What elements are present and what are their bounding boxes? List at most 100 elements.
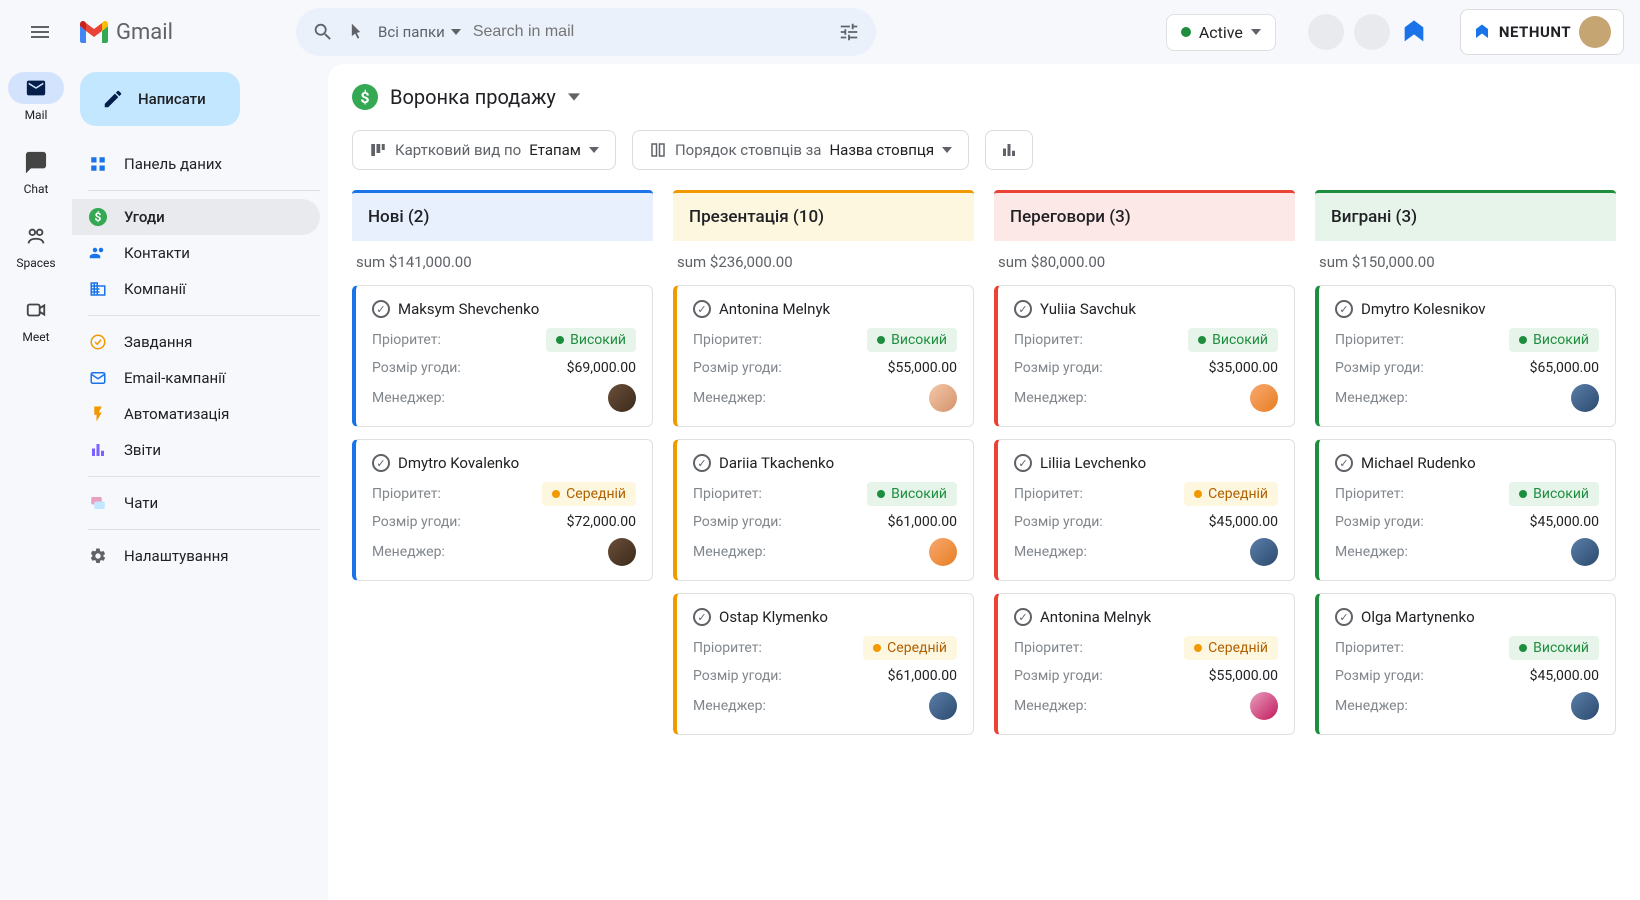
sidebar-email-campaigns[interactable]: Email-кампанії <box>72 360 320 396</box>
main-header: $ Воронка продажу <box>352 84 1616 110</box>
sidebar-companies[interactable]: Компанії <box>72 271 320 307</box>
column-header[interactable]: Переговори (3) <box>994 190 1295 241</box>
manager-label: Менеджер: <box>1335 544 1408 560</box>
card-name: Michael Rudenko <box>1361 454 1476 472</box>
search-icon <box>312 21 334 43</box>
priority-badge: Високий <box>1188 328 1278 352</box>
check-icon: ✓ <box>1014 608 1032 626</box>
check-icon: ✓ <box>1335 608 1353 626</box>
menu-button[interactable] <box>16 8 64 56</box>
nav-rail: Mail Chat Spaces Meet <box>0 64 72 900</box>
sidebar-deals[interactable]: $ Угоди <box>72 199 320 235</box>
priority-label: Пріоритет: <box>693 332 762 348</box>
amount-value: $45,000.00 <box>1530 668 1599 684</box>
manager-label: Менеджер: <box>1014 390 1087 406</box>
column-header[interactable]: Виграні (3) <box>1315 190 1616 241</box>
card-name: Maksym Shevchenko <box>398 300 539 318</box>
sidebar-dashboard[interactable]: Панель даних <box>72 146 320 182</box>
spaces-icon <box>25 225 47 247</box>
deal-card[interactable]: ✓Maksym ShevchenkoПріоритет:ВисокийРозмі… <box>352 285 653 427</box>
rail-spaces[interactable]: Spaces <box>8 220 64 270</box>
check-icon: ✓ <box>1014 300 1032 318</box>
status-dropdown[interactable]: Active <box>1166 14 1276 51</box>
card-name: Antonina Melnyk <box>1040 608 1151 626</box>
kanban-column: Презентація (10)sum $236,000.00✓Antonina… <box>673 190 974 747</box>
manager-label: Менеджер: <box>693 390 766 406</box>
amount-value: $69,000.00 <box>567 360 636 376</box>
manager-label: Менеджер: <box>1335 390 1408 406</box>
app-placeholder-icon[interactable] <box>1308 14 1344 50</box>
check-icon: ✓ <box>372 454 390 472</box>
deal-card[interactable]: ✓Antonina MelnykПріоритет:ВисокийРозмір … <box>673 285 974 427</box>
check-icon: ✓ <box>1335 300 1353 318</box>
manager-label: Менеджер: <box>1014 698 1087 714</box>
nethunt-shape-icon[interactable] <box>1400 18 1428 46</box>
deal-card[interactable]: ✓Dmytro KovalenkoПріоритет:СереднійРозмі… <box>352 439 653 581</box>
check-icon: ✓ <box>1335 454 1353 472</box>
manager-label: Менеджер: <box>693 698 766 714</box>
chevron-down-icon <box>942 147 952 153</box>
rail-meet[interactable]: Meet <box>8 294 64 344</box>
manager-avatar[interactable] <box>1250 384 1278 412</box>
folder-selector[interactable]: Всі папки <box>378 23 461 41</box>
manager-avatar[interactable] <box>1571 692 1599 720</box>
manager-avatar[interactable] <box>1250 538 1278 566</box>
sidebar-chats[interactable]: Чати <box>72 485 320 521</box>
manager-avatar[interactable] <box>608 384 636 412</box>
chart-button[interactable] <box>985 130 1033 170</box>
sidebar-tasks[interactable]: Завдання <box>72 324 320 360</box>
column-header[interactable]: Презентація (10) <box>673 190 974 241</box>
user-avatar[interactable] <box>1579 16 1611 48</box>
divider <box>88 476 320 477</box>
manager-avatar[interactable] <box>1250 692 1278 720</box>
deal-card[interactable]: ✓Dmytro KolesnikovПріоритет:ВисокийРозмі… <box>1315 285 1616 427</box>
chats-icon <box>89 494 107 512</box>
sidebar-contacts[interactable]: Контакти <box>72 235 320 271</box>
amount-value: $55,000.00 <box>1209 668 1278 684</box>
deal-card[interactable]: ✓Olga MartynenkoПріоритет:ВисокийРозмір … <box>1315 593 1616 735</box>
mail-icon <box>25 77 47 99</box>
manager-avatar[interactable] <box>929 538 957 566</box>
board-icon <box>369 141 387 159</box>
card-name: Yuliia Savchuk <box>1040 300 1136 318</box>
sidebar-automation[interactable]: Автоматизація <box>72 396 320 432</box>
priority-label: Пріоритет: <box>693 486 762 502</box>
column-header[interactable]: Нові (2) <box>352 190 653 241</box>
manager-avatar[interactable] <box>929 692 957 720</box>
compose-button[interactable]: Написати <box>80 72 240 126</box>
pipeline-title[interactable]: Воронка продажу <box>390 85 556 109</box>
sort-selector[interactable]: Порядок стовпців за Назва стовпця <box>632 130 969 170</box>
chat-icon <box>25 151 47 173</box>
deal-card[interactable]: ✓Antonina MelnykПріоритет:СереднійРозмір… <box>994 593 1295 735</box>
nethunt-icon <box>1473 23 1491 41</box>
view-selector[interactable]: Картковий вид по Етапам <box>352 130 616 170</box>
manager-avatar[interactable] <box>929 384 957 412</box>
deal-card[interactable]: ✓Liliia LevchenkoПріоритет:СереднійРозмі… <box>994 439 1295 581</box>
manager-avatar[interactable] <box>1571 384 1599 412</box>
app-placeholder-icon[interactable] <box>1354 14 1390 50</box>
manager-label: Менеджер: <box>1335 698 1408 714</box>
deal-card[interactable]: ✓Dariia TkachenkoПріоритет:ВисокийРозмір… <box>673 439 974 581</box>
deal-card[interactable]: ✓Yuliia SavchukПріоритет:ВисокийРозмір у… <box>994 285 1295 427</box>
main-content: $ Воронка продажу Картковий вид по Етапа… <box>328 64 1640 900</box>
tune-icon[interactable] <box>838 21 860 43</box>
gmail-icon <box>80 21 108 43</box>
deal-card[interactable]: ✓Ostap KlymenkoПріоритет:СереднійРозмір … <box>673 593 974 735</box>
amount-label: Розмір угоди: <box>693 668 782 684</box>
toolbar: Картковий вид по Етапам Порядок стовпців… <box>352 130 1616 170</box>
chevron-down-icon[interactable] <box>568 93 580 101</box>
logo-area[interactable]: Gmail <box>80 20 280 45</box>
sidebar-reports[interactable]: Звіти <box>72 432 320 468</box>
sidebar-settings[interactable]: Налаштування <box>72 538 320 574</box>
search-bar[interactable]: Всі папки <box>296 8 876 56</box>
manager-avatar[interactable] <box>1571 538 1599 566</box>
nethunt-badge[interactable]: NETHUNT <box>1460 9 1624 55</box>
deal-card[interactable]: ✓Michael RudenkoПріоритет:ВисокийРозмір … <box>1315 439 1616 581</box>
sidebar: Написати Панель даних $ Угоди Контакти К… <box>72 64 328 900</box>
manager-avatar[interactable] <box>608 538 636 566</box>
search-input[interactable] <box>473 23 826 41</box>
meet-icon <box>25 299 47 321</box>
amount-value: $55,000.00 <box>888 360 957 376</box>
rail-chat[interactable]: Chat <box>8 146 64 196</box>
rail-mail[interactable]: Mail <box>8 72 64 122</box>
